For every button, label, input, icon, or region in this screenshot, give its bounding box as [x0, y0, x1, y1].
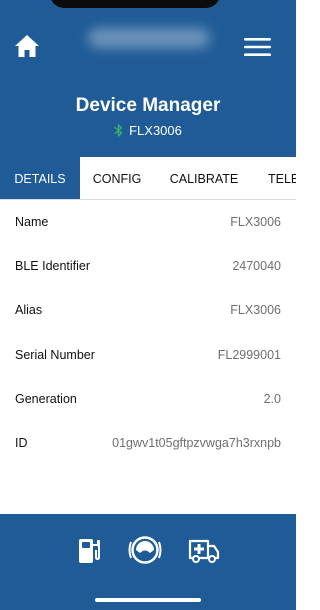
- detail-label: BLE Identifier: [15, 259, 91, 273]
- home-indicator[interactable]: [95, 598, 201, 602]
- detail-value: 01gwv1t05gftpzvwga7h3rxnpb: [112, 436, 281, 450]
- gauge-icon[interactable]: [128, 536, 162, 564]
- detail-row-ble-identifier: BLE Identifier 2470040: [0, 244, 296, 288]
- bottom-nav: [0, 514, 296, 610]
- hamburger-menu-icon[interactable]: [244, 38, 271, 56]
- header: Device Manager FLX3006: [0, 0, 296, 157]
- tab-bar: DETAILS CONFIG CALIBRATE TELE: [0, 157, 296, 200]
- detail-row-alias: Alias FLX3006: [0, 288, 296, 332]
- tab-details[interactable]: DETAILS: [0, 157, 80, 199]
- home-icon[interactable]: [14, 34, 40, 58]
- tab-config[interactable]: CONFIG: [80, 157, 154, 199]
- blurred-status-text: [88, 28, 210, 48]
- tab-calibrate[interactable]: CALIBRATE: [154, 157, 254, 199]
- detail-value: 2.0: [263, 392, 281, 406]
- status-notch: [50, 0, 220, 8]
- bluetooth-icon: [114, 124, 123, 137]
- detail-row-id: ID 01gwv1t05gftpzvwga7h3rxnpb: [0, 421, 296, 465]
- detail-value: FLX3006: [230, 303, 281, 317]
- detail-label: Serial Number: [15, 348, 95, 362]
- detail-row-generation: Generation 2.0: [0, 377, 296, 421]
- ambulance-icon[interactable]: [188, 536, 220, 564]
- detail-value: FL2999001: [217, 348, 281, 362]
- page-title: Device Manager: [75, 95, 221, 116]
- detail-value: 2470040: [232, 259, 281, 273]
- device-manager-screen: Device Manager FLX3006 DETAILS CONFIG CA…: [0, 0, 296, 610]
- detail-label: Alias: [15, 303, 43, 317]
- detail-row-name: Name FLX3006: [0, 200, 296, 244]
- detail-value: FLX3006: [230, 215, 281, 229]
- detail-label: Generation: [15, 392, 77, 406]
- tab-telemetry[interactable]: TELE: [254, 157, 296, 199]
- fuel-pump-icon[interactable]: [78, 536, 102, 564]
- detail-row-serial-number: Serial Number FL2999001: [0, 333, 296, 377]
- detail-label: Name: [15, 215, 49, 229]
- connected-device: FLX3006: [0, 123, 296, 138]
- device-name: FLX3006: [129, 123, 182, 138]
- detail-label: ID: [15, 436, 28, 450]
